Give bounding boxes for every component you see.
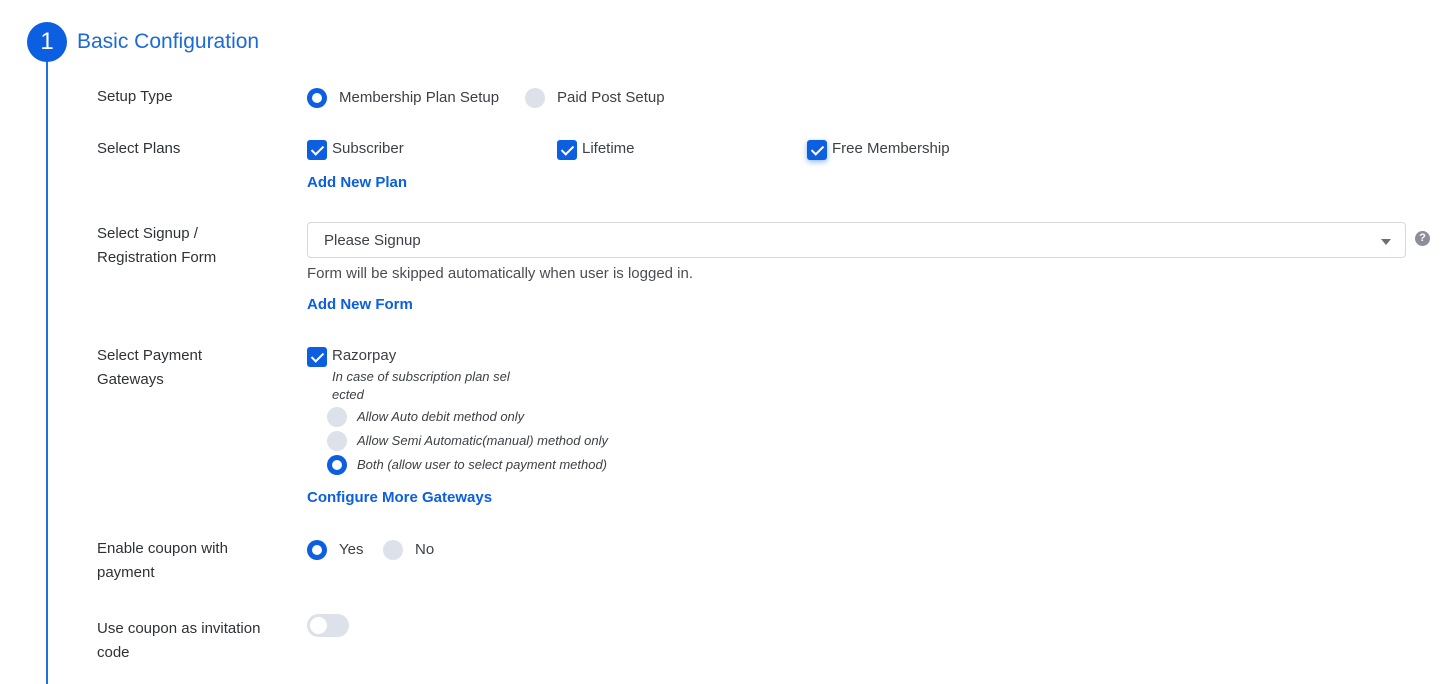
radio-auto-debit-label[interactable]: Allow Auto debit method only: [357, 408, 524, 426]
payment-gateways-label: Select Payment Gateways: [97, 344, 297, 392]
coupon-label-line1: Enable coupon with: [97, 540, 228, 557]
chevron-down-icon: [1381, 239, 1391, 245]
subscription-note-line2: ected: [332, 387, 364, 402]
radio-auto-debit[interactable]: [327, 407, 347, 427]
step-number-badge: 1: [27, 22, 67, 62]
checkbox-free-membership[interactable]: [807, 140, 827, 160]
signup-form-label-line2: Registration Form: [97, 249, 217, 266]
radio-coupon-yes-label[interactable]: Yes: [339, 540, 363, 560]
subscription-note-line1: In case of subscription plan sel: [332, 369, 510, 384]
radio-semi-automatic-label[interactable]: Allow Semi Automatic(manual) method only: [357, 432, 608, 450]
payment-gateways-label-line2: Gateways: [97, 371, 164, 388]
invitation-code-toggle[interactable]: [307, 614, 349, 637]
select-plans-label: Select Plans: [97, 140, 181, 157]
signup-form-label: Select Signup / Registration Form: [97, 222, 297, 270]
checkbox-lifetime[interactable]: [557, 140, 577, 160]
help-icon[interactable]: ?: [1415, 231, 1430, 246]
radio-coupon-no[interactable]: [383, 540, 403, 560]
checkbox-lifetime-label[interactable]: Lifetime: [582, 139, 635, 159]
radio-both-methods-label[interactable]: Both (allow user to select payment metho…: [357, 456, 607, 474]
add-new-plan-link[interactable]: Add New Plan: [307, 174, 407, 191]
step-connector-line: [46, 50, 48, 684]
invitation-label-line2: code: [97, 644, 130, 661]
radio-coupon-no-label[interactable]: No: [415, 540, 434, 560]
signup-form-select[interactable]: Please Signup: [307, 222, 1406, 258]
step-title: Basic Configuration: [77, 30, 260, 53]
checkbox-subscriber-label[interactable]: Subscriber: [332, 139, 404, 159]
coupon-label: Enable coupon with payment: [97, 537, 297, 585]
radio-both-methods[interactable]: [327, 455, 347, 475]
radio-membership-plan-setup-label[interactable]: Membership Plan Setup: [339, 88, 499, 108]
checkbox-razorpay[interactable]: [307, 347, 327, 367]
payment-gateways-label-line1: Select Payment: [97, 347, 203, 364]
add-new-form-link[interactable]: Add New Form: [307, 296, 413, 313]
signup-form-select-value: Please Signup: [324, 232, 421, 249]
radio-semi-automatic[interactable]: [327, 431, 347, 451]
signup-form-label-line1: Select Signup /: [97, 225, 198, 242]
checkbox-razorpay-label[interactable]: Razorpay: [332, 346, 396, 366]
radio-paid-post-setup[interactable]: [525, 88, 545, 108]
radio-paid-post-setup-label[interactable]: Paid Post Setup: [557, 88, 665, 108]
signup-form-hint: Form will be skipped automatically when …: [307, 265, 694, 282]
invitation-label-line1: Use coupon as invitation: [97, 620, 261, 637]
radio-membership-plan-setup[interactable]: [307, 88, 327, 108]
configure-more-gateways-link[interactable]: Configure More Gateways: [307, 489, 492, 506]
checkbox-subscriber[interactable]: [307, 140, 327, 160]
radio-coupon-yes[interactable]: [307, 540, 327, 560]
setup-type-label: Setup Type: [97, 88, 173, 105]
invitation-label: Use coupon as invitation code: [97, 617, 297, 665]
checkbox-free-membership-label[interactable]: Free Membership: [832, 139, 950, 159]
coupon-label-line2: payment: [97, 564, 155, 581]
